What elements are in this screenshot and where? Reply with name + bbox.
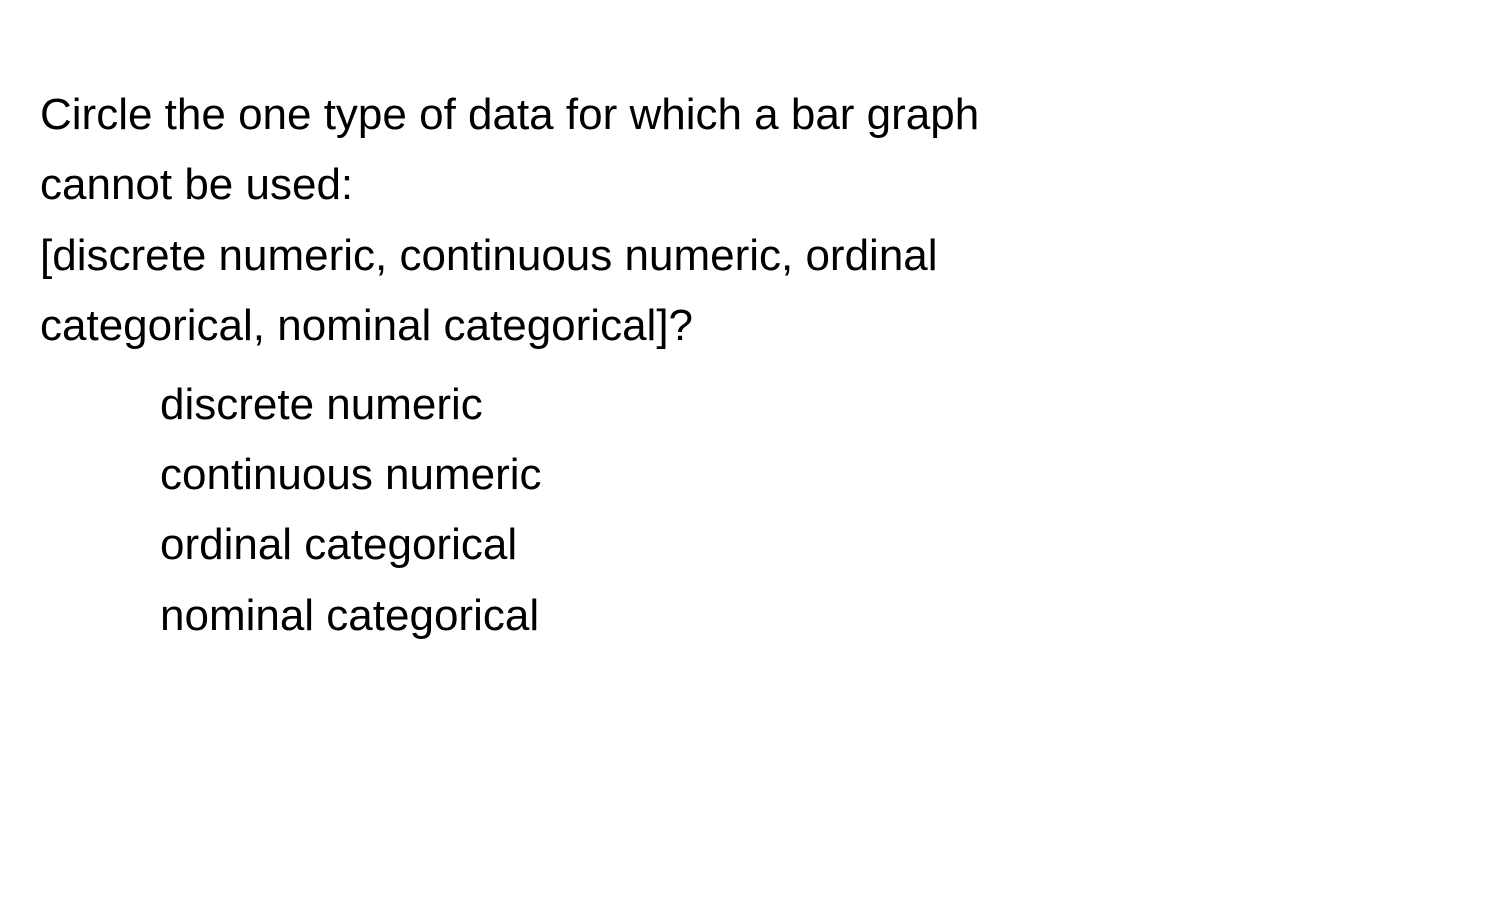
question-text-line-3: [discrete numeric, continuous numeric, o… bbox=[40, 221, 1460, 291]
question-text-line-4: categorical, nominal categorical]? bbox=[40, 291, 1460, 361]
option-ordinal-categorical[interactable]: ordinal categorical bbox=[160, 510, 1460, 580]
option-continuous-numeric[interactable]: continuous numeric bbox=[160, 440, 1460, 510]
question-text-line-1: Circle the one type of data for which a … bbox=[40, 80, 1460, 150]
option-nominal-categorical[interactable]: nominal categorical bbox=[160, 581, 1460, 651]
option-discrete-numeric[interactable]: discrete numeric bbox=[160, 370, 1460, 440]
answer-options-list: discrete numeric continuous numeric ordi… bbox=[40, 370, 1460, 652]
question-text-line-2: cannot be used: bbox=[40, 150, 1460, 220]
question-container: Circle the one type of data for which a … bbox=[40, 80, 1460, 651]
